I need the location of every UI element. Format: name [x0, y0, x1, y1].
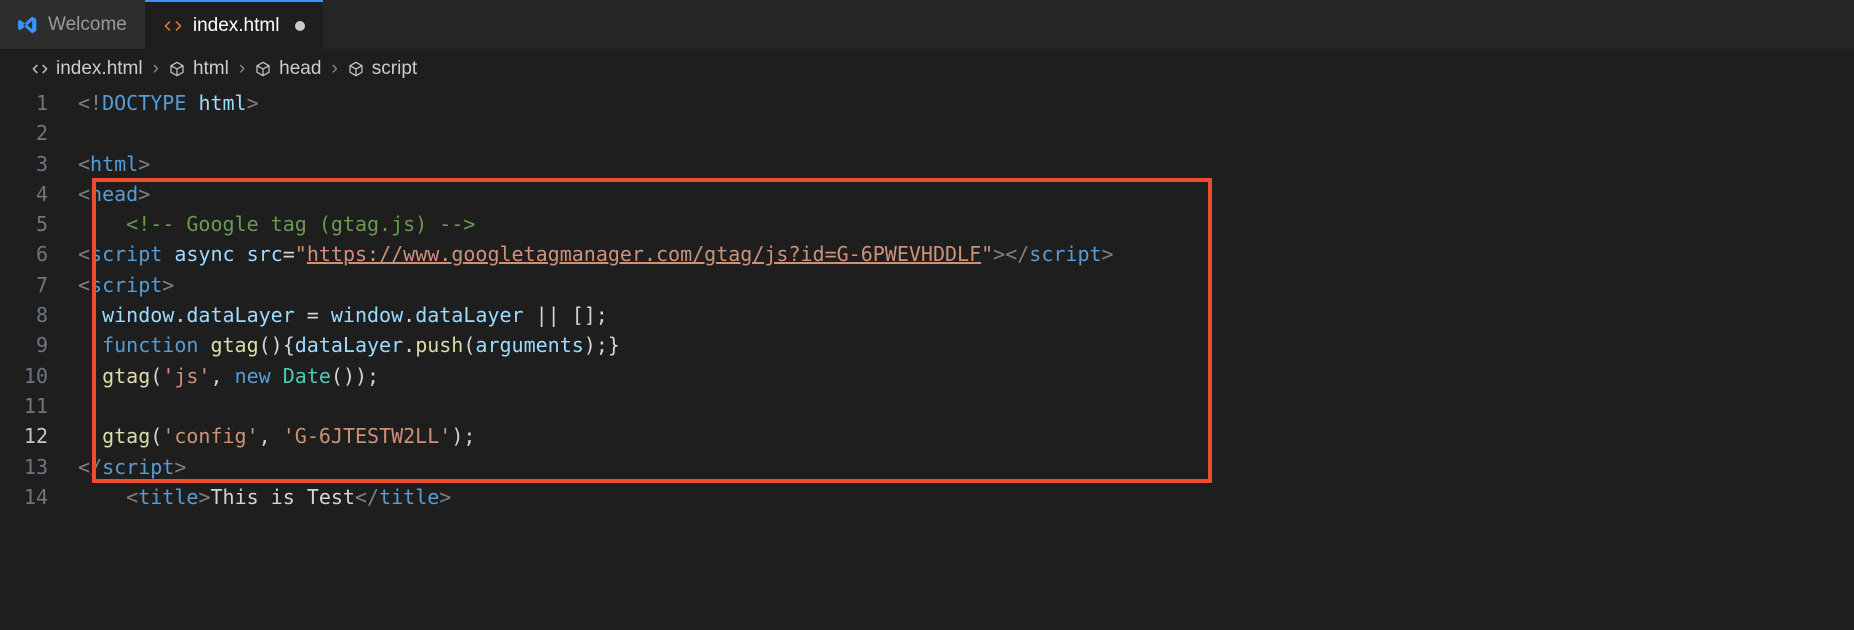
breadcrumb-head[interactable]: head — [255, 58, 321, 80]
breadcrumb-label: head — [279, 58, 321, 80]
code-line: 2 — [0, 118, 1854, 148]
code-line: 10 gtag('js', new Date()); — [0, 361, 1854, 391]
line-number: 7 — [0, 270, 78, 300]
breadcrumb-label: script — [372, 58, 417, 80]
cube-icon — [348, 61, 364, 77]
line-number: 8 — [0, 300, 78, 330]
breadcrumb-label: index.html — [56, 58, 143, 80]
tab-label: index.html — [193, 15, 280, 37]
breadcrumb-html[interactable]: html — [169, 58, 229, 80]
code-editor[interactable]: 1<!DOCTYPE html> 2 3<html> 4<head> 5 <!-… — [0, 88, 1854, 512]
editor-tabs: Welcome index.html — [0, 0, 1854, 50]
code-line: 6<script async src="https://www.googleta… — [0, 239, 1854, 269]
breadcrumb-label: html — [193, 58, 229, 80]
code-icon — [32, 61, 48, 77]
tab-label: Welcome — [48, 14, 127, 36]
breadcrumb-file[interactable]: index.html — [32, 58, 143, 80]
tab-welcome[interactable]: Welcome — [0, 0, 145, 49]
line-number: 14 — [0, 482, 78, 512]
cube-icon — [169, 61, 185, 77]
breadcrumb: index.html › html › head › script — [0, 50, 1854, 88]
line-number: 9 — [0, 330, 78, 360]
vscode-icon — [18, 15, 38, 35]
line-number: 5 — [0, 209, 78, 239]
code-line: 3<html> — [0, 149, 1854, 179]
chevron-right-icon: › — [331, 58, 337, 80]
line-number: 6 — [0, 239, 78, 269]
code-line: 9 function gtag(){dataLayer.push(argumen… — [0, 330, 1854, 360]
code-line: 12 gtag('config', 'G-6JTESTW2LL'); — [0, 421, 1854, 451]
line-number: 2 — [0, 118, 78, 148]
line-number: 4 — [0, 179, 78, 209]
tab-index-html[interactable]: index.html — [145, 0, 324, 49]
line-number: 3 — [0, 149, 78, 179]
chevron-right-icon: › — [153, 58, 159, 80]
dirty-indicator-icon — [295, 21, 305, 31]
code-line: 4<head> — [0, 179, 1854, 209]
chevron-right-icon: › — [239, 58, 245, 80]
code-line: 13</script> — [0, 452, 1854, 482]
code-line: 14 <title>This is Test</title> — [0, 482, 1854, 512]
code-line: 11 — [0, 391, 1854, 421]
code-line: 5 <!-- Google tag (gtag.js) --> — [0, 209, 1854, 239]
code-line: 1<!DOCTYPE html> — [0, 88, 1854, 118]
line-number: 10 — [0, 361, 78, 391]
breadcrumb-script[interactable]: script — [348, 58, 417, 80]
line-number: 1 — [0, 88, 78, 118]
code-line: 7<script> — [0, 270, 1854, 300]
cube-icon — [255, 61, 271, 77]
code-icon — [163, 16, 183, 36]
code-line: 8 window.dataLayer = window.dataLayer ||… — [0, 300, 1854, 330]
line-number: 13 — [0, 452, 78, 482]
line-number: 11 — [0, 391, 78, 421]
line-number: 12 — [0, 421, 78, 451]
